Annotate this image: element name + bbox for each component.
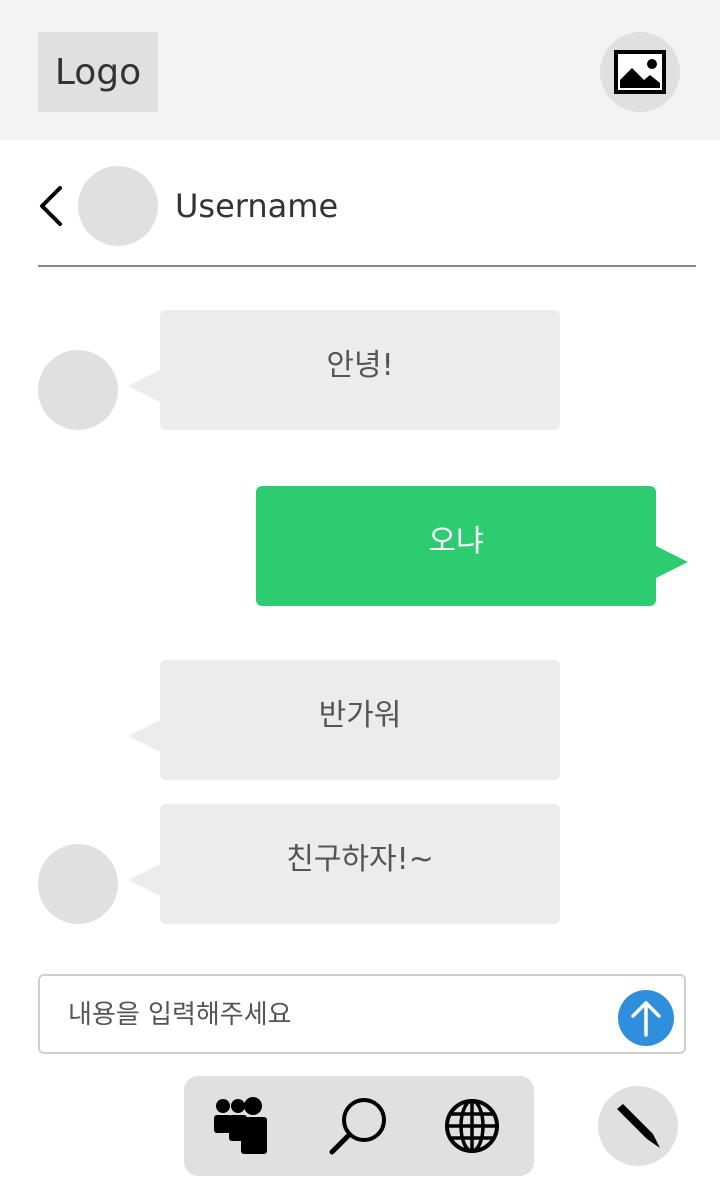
bubble-tail	[128, 864, 160, 896]
globe-icon	[445, 1099, 499, 1153]
message-composer	[38, 974, 686, 1054]
sender-avatar[interactable]	[38, 350, 118, 430]
back-button[interactable]	[36, 184, 68, 228]
image-icon	[614, 50, 666, 94]
message-bubble-incoming: 반가워	[160, 660, 560, 780]
nav-friends[interactable]	[208, 1094, 272, 1158]
username: Username	[175, 187, 339, 225]
app-header: Logo	[0, 0, 720, 140]
nav-globe[interactable]	[440, 1094, 504, 1158]
message-input[interactable]	[66, 994, 610, 1036]
header-divider	[38, 265, 696, 267]
message-bubble-incoming: 안녕!	[160, 310, 560, 430]
logo: Logo	[38, 32, 158, 112]
message-bubble-outgoing: 오냐	[256, 486, 656, 606]
search-icon	[329, 1098, 386, 1155]
sender-avatar[interactable]	[38, 844, 118, 924]
send-button[interactable]	[618, 990, 674, 1046]
bubble-tail	[656, 546, 688, 578]
message-bubble-incoming: 친구하자!~	[160, 804, 560, 924]
people-icon	[214, 1097, 267, 1154]
bottom-nav	[184, 1076, 534, 1176]
compose-button[interactable]	[598, 1086, 678, 1166]
chevron-left-icon	[40, 186, 62, 226]
bubble-tail	[128, 720, 160, 752]
image-button[interactable]	[600, 32, 680, 112]
user-avatar[interactable]	[78, 166, 158, 246]
nav-search[interactable]	[327, 1094, 391, 1158]
pencil-icon	[617, 1104, 660, 1148]
bubble-tail	[128, 370, 160, 402]
arrow-up-icon	[631, 1001, 661, 1037]
